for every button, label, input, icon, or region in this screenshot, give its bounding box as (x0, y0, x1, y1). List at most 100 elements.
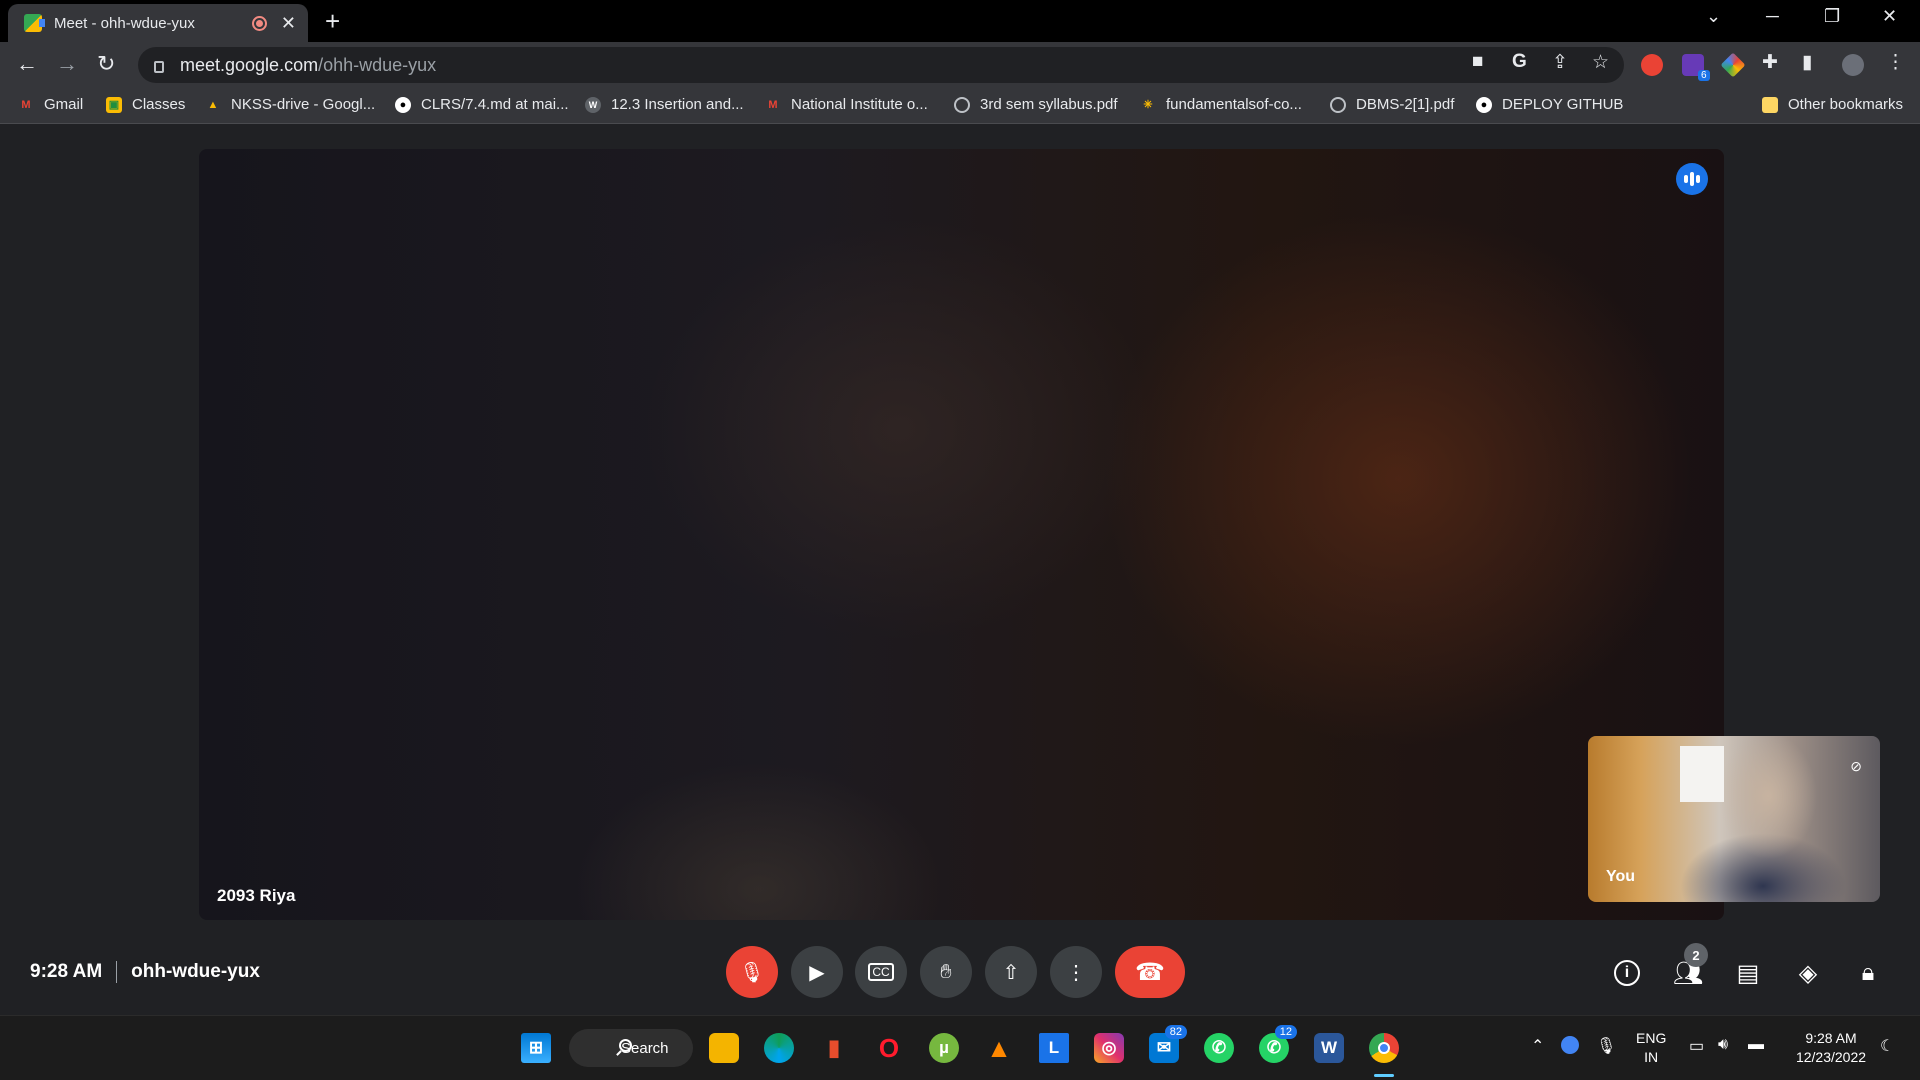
more-vert-icon: ⋮ (1066, 961, 1086, 984)
new-tab-button[interactable]: + (325, 6, 340, 37)
volume-icon[interactable]: 🔊︎ (1718, 1036, 1728, 1054)
chat-button[interactable]: ▤ (1728, 955, 1768, 991)
browser-tab-meet[interactable]: Meet - ohh-wdue-yux ✕ (8, 4, 308, 42)
battery-icon[interactable]: ▬ (1748, 1036, 1764, 1054)
office-icon[interactable]: ▮ (819, 1033, 849, 1063)
back-arrow-icon[interactable]: ← (16, 51, 38, 77)
l-app-icon[interactable]: L (1039, 1033, 1069, 1063)
globe-icon (1330, 96, 1346, 113)
bookmark-label: DEPLOY GITHUB (1502, 96, 1624, 113)
extensions-puzzle-icon[interactable]: ✚ (1762, 51, 1778, 74)
participants-count-badge: 2 (1684, 943, 1708, 967)
search-icon (619, 1039, 632, 1052)
language-indicator[interactable]: ENG IN (1636, 1029, 1666, 1067)
vlc-icon[interactable]: ▲ (984, 1033, 1014, 1063)
taskbar-search[interactable]: Search (569, 1029, 693, 1067)
tray-app-icon[interactable] (1561, 1036, 1579, 1054)
bookmark-dbms[interactable]: DBMS-2[1].pdf (1330, 96, 1454, 113)
mic-off-icon: 🎙︎ (739, 961, 765, 984)
clock-date: 12/23/2022 (1795, 1049, 1867, 1065)
bookmark-label: NKSS-drive - Googl... (231, 96, 376, 113)
word-icon[interactable]: W (1314, 1033, 1344, 1063)
bookmark-classes[interactable]: ▣ Classes (106, 96, 185, 113)
bookmark-deploy-github[interactable]: ● DEPLOY GITHUB (1476, 96, 1623, 113)
host-controls-button[interactable]: 🔒︎ (1848, 955, 1888, 991)
bookmark-clrs[interactable]: ● CLRS/7.4.md at mai... (395, 96, 569, 113)
participants-button[interactable]: 👥︎ 2 (1668, 943, 1708, 991)
bookmark-national-institute[interactable]: M National Institute o... (765, 96, 927, 113)
meeting-controls-bar: 9:28 AM ohh-wdue-yux 🎙︎ ▶ CC ✋︎ ⇧ ⋮ ☎ i … (0, 935, 1920, 1015)
microphone-off-button[interactable]: 🎙︎ (726, 946, 778, 998)
lock-person-icon: 🔒︎ (1861, 959, 1875, 986)
instagram-icon[interactable]: ◎ (1094, 1033, 1124, 1063)
opera-icon[interactable]: O (874, 1033, 904, 1063)
file-explorer-icon[interactable] (709, 1033, 739, 1063)
network-icon[interactable]: ▭ (1689, 1036, 1704, 1056)
close-tab-icon[interactable]: ✕ (281, 13, 296, 34)
close-window-icon[interactable]: ✕ (1882, 6, 1897, 27)
show-hidden-icons-chevron-up-icon[interactable]: ⌃ (1531, 1036, 1544, 1056)
self-view-tile[interactable]: ⊘ You (1588, 736, 1880, 902)
meeting-info-button[interactable]: i (1607, 955, 1647, 991)
bookmark-star-icon[interactable]: ☆ (1592, 51, 1609, 74)
windows-start-icon[interactable]: ⊞ (521, 1033, 551, 1063)
bookmark-fundamentals[interactable]: ✳ fundamentalsof-co... (1140, 96, 1302, 113)
notifications-moon-icon[interactable]: ☾ (1880, 1036, 1894, 1056)
tab-title: Meet - ohh-wdue-yux (54, 14, 195, 32)
mail-icon[interactable]: ✉ 82 (1149, 1025, 1187, 1063)
share-icon[interactable]: ⇪ (1552, 51, 1568, 74)
bookmark-label: CLRS/7.4.md at mai... (421, 96, 569, 113)
end-call-icon: ☎ (1135, 958, 1165, 986)
google-lens-icon[interactable]: G (1512, 51, 1527, 73)
present-screen-button[interactable]: ⇧ (985, 946, 1037, 998)
browser-tab-strip: Meet - ohh-wdue-yux ✕ + ⌄ ─ ❐ ✕ (0, 0, 1920, 42)
bookmark-gmail[interactable]: M Gmail (18, 96, 83, 113)
utorrent-icon[interactable]: µ (929, 1033, 959, 1063)
restore-window-icon[interactable]: ❐ (1824, 6, 1840, 27)
extension-badge: 6 (1698, 70, 1710, 81)
captions-icon: CC (868, 963, 894, 981)
reload-icon[interactable]: ↻ (97, 51, 115, 77)
bookmark-nkss-drive[interactable]: ▲ NKSS-drive - Googl... (205, 96, 376, 113)
extension-red-icon[interactable] (1641, 54, 1663, 76)
info-icon: i (1614, 960, 1640, 986)
address-bar[interactable]: meet.google.com/ohh-wdue-yux (138, 47, 1624, 83)
edge-icon[interactable] (764, 1033, 794, 1063)
minimize-window-icon[interactable]: ─ (1766, 6, 1779, 27)
mail-badge: 82 (1164, 1025, 1187, 1039)
camera-icon: ▶ (809, 961, 825, 984)
side-panel-icon[interactable]: ▮ (1802, 51, 1812, 74)
folder-icon (1762, 96, 1778, 113)
whatsapp-business-icon[interactable]: ✆ 12 (1259, 1025, 1297, 1063)
activities-icon: ◈ (1798, 959, 1818, 987)
camera-button[interactable]: ▶ (791, 946, 843, 998)
captions-button[interactable]: CC (855, 946, 907, 998)
browser-menu-icon[interactable]: ⋮ (1886, 51, 1905, 74)
other-bookmarks[interactable]: Other bookmarks (1762, 96, 1903, 113)
bookmark-syllabus[interactable]: 3rd sem syllabus.pdf (954, 96, 1118, 113)
bookmark-insertion[interactable]: W 12.3 Insertion and... (585, 96, 744, 113)
leave-call-button[interactable]: ☎ (1115, 946, 1185, 998)
present-icon: ⇧ (1002, 961, 1020, 984)
camera-in-use-icon[interactable]: ■ (1472, 51, 1483, 73)
profile-avatar[interactable] (1842, 54, 1864, 76)
system-clock[interactable]: 9:28 AM 12/23/2022 (1786, 1029, 1876, 1067)
tab-search-chevron-down-icon[interactable]: ⌄ (1706, 6, 1721, 27)
raise-hand-button[interactable]: ✋︎ (920, 946, 972, 998)
activities-button[interactable]: ◈ (1788, 955, 1828, 991)
bookmark-label: 12.3 Insertion and... (611, 96, 744, 113)
more-options-button[interactable]: ⋮ (1050, 946, 1102, 998)
chrome-icon[interactable] (1369, 1033, 1399, 1063)
whatsapp-icon[interactable]: ✆ (1204, 1033, 1234, 1063)
bookmark-label: fundamentalsof-co... (1166, 96, 1302, 113)
bookmark-label: Classes (132, 96, 186, 113)
extension-color-icon[interactable] (1720, 52, 1746, 78)
sparkle-icon: ✳ (1143, 99, 1153, 111)
chrome-active-indicator (1374, 1074, 1394, 1077)
main-participant-video[interactable]: 2093 Riya (199, 149, 1724, 920)
forward-arrow-icon[interactable]: → (56, 51, 78, 77)
drive-icon: ▲ (207, 98, 219, 111)
divider (116, 961, 118, 983)
microphone-tray-icon[interactable]: 🎙︎ (1596, 1036, 1616, 1056)
self-mic-off-icon: ⊘ (1850, 758, 1862, 774)
